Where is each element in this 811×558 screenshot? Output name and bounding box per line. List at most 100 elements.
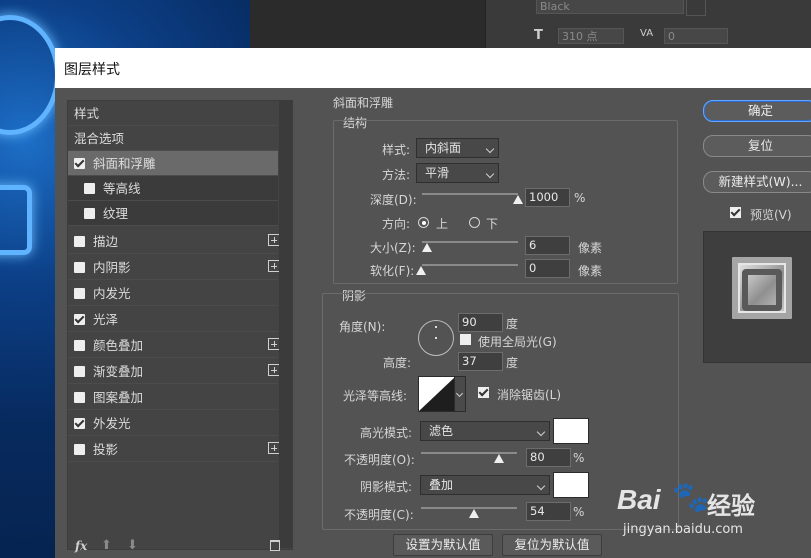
highlight-mode-label: 高光模式: xyxy=(360,426,413,440)
angle-input[interactable]: 90 xyxy=(458,313,503,332)
global-light-checkbox[interactable] xyxy=(460,334,471,345)
style-dropdown[interactable]: 内斜面 xyxy=(416,138,499,158)
list-scrollbar[interactable] xyxy=(279,100,292,548)
depth-slider[interactable] xyxy=(422,193,518,195)
stroke-checkbox[interactable] xyxy=(74,236,85,247)
highlight-opacity-input[interactable]: 80 xyxy=(526,448,571,467)
tracking-field[interactable]: 0 xyxy=(664,28,728,44)
ok-button[interactable]: 确定 xyxy=(703,100,811,122)
size-slider-thumb[interactable] xyxy=(422,243,432,252)
depth-label: 深度(D): xyxy=(370,193,417,207)
drop-shadow-checkbox[interactable] xyxy=(74,444,85,455)
gloss-contour-dropdown[interactable] xyxy=(454,376,466,412)
dialog-title: 图层样式 xyxy=(64,62,120,78)
highlight-opacity-thumb[interactable] xyxy=(494,454,504,463)
inner-glow-checkbox[interactable] xyxy=(74,288,85,299)
list-item-contour[interactable]: 等高线 xyxy=(68,176,278,201)
list-item-label: 渐变叠加 xyxy=(93,364,144,379)
outer-glow-checkbox[interactable] xyxy=(74,418,85,429)
list-item-label: 斜面和浮雕 xyxy=(93,156,156,171)
style-list: 样式 混合选项 斜面和浮雕 等高线 纹理 描边 内阴影 内发光 光泽 颜色叠加 … xyxy=(67,100,293,550)
list-item-pattern-overlay[interactable]: 图案叠加 xyxy=(68,385,278,410)
list-item-bevel-emboss[interactable]: 斜面和浮雕 xyxy=(68,151,278,176)
bevel-emboss-checkbox[interactable] xyxy=(74,158,85,169)
font-family-field[interactable]: Black xyxy=(536,0,684,14)
reset-default-button[interactable]: 复位为默认值 xyxy=(502,534,602,556)
contour-checkbox[interactable] xyxy=(84,183,95,194)
make-default-button[interactable]: 设置为默认值 xyxy=(393,534,493,556)
list-item-label: 纹理 xyxy=(103,206,129,221)
character-panel: Black T 310 点 VA 0 xyxy=(485,0,811,48)
list-item-texture[interactable]: 纹理 xyxy=(68,201,278,226)
gloss-contour-picker[interactable] xyxy=(418,376,456,412)
list-item-gradient-overlay[interactable]: 渐变叠加 xyxy=(68,359,280,384)
direction-up-radio[interactable] xyxy=(418,217,429,228)
shadow-color-swatch[interactable] xyxy=(553,472,589,498)
satin-checkbox[interactable] xyxy=(74,314,85,325)
shadow-opacity-input[interactable]: 54 xyxy=(526,502,571,521)
list-item-label: 图案叠加 xyxy=(93,390,144,405)
structure-group: 样式: 内斜面 方法: 平滑 深度(D): 1000 % 方向: 上 下 大小(… xyxy=(333,120,678,284)
move-up-icon[interactable]: ⬆ xyxy=(101,538,112,553)
angle-label: 角度(N): xyxy=(339,320,386,334)
depth-unit: % xyxy=(574,191,586,205)
depth-slider-thumb[interactable] xyxy=(513,195,523,204)
list-item-outer-glow[interactable]: 外发光 xyxy=(68,411,278,436)
angle-dial[interactable] xyxy=(418,320,454,356)
reset-button[interactable]: 复位 xyxy=(703,135,811,157)
size-slider[interactable] xyxy=(422,241,518,243)
inner-shadow-checkbox[interactable] xyxy=(74,262,85,273)
altitude-input[interactable]: 37 xyxy=(458,352,503,371)
texture-checkbox[interactable] xyxy=(84,208,95,219)
check-icon xyxy=(478,386,489,397)
list-item-blending-options[interactable]: 混合选项 xyxy=(68,126,278,151)
soften-label: 软化(F): xyxy=(370,264,415,278)
list-item-label: 光泽 xyxy=(93,312,119,327)
list-item-color-overlay[interactable]: 颜色叠加 xyxy=(68,333,280,358)
list-item-stroke[interactable]: 描边 xyxy=(68,229,280,254)
font-size-icon: T xyxy=(534,28,543,43)
pattern-overlay-checkbox[interactable] xyxy=(74,392,85,403)
list-item-drop-shadow[interactable]: 投影 xyxy=(68,437,280,462)
new-style-button[interactable]: 新建样式(W)... xyxy=(703,171,811,193)
shadow-mode-value: 叠加 xyxy=(429,478,454,492)
list-item-label: 投影 xyxy=(93,442,119,457)
list-item-label: 描边 xyxy=(93,234,119,249)
list-item-inner-glow[interactable]: 内发光 xyxy=(68,281,278,306)
font-size-field[interactable]: 310 点 xyxy=(558,28,624,44)
preview-checkbox[interactable] xyxy=(730,206,741,218)
angle-dial-marker xyxy=(435,326,437,328)
shadow-opacity-thumb[interactable] xyxy=(469,509,479,518)
technique-dropdown[interactable]: 平滑 xyxy=(416,163,499,183)
antialias-checkbox[interactable] xyxy=(478,386,489,398)
shadow-mode-dropdown[interactable]: 叠加 xyxy=(420,475,550,495)
direction-down-radio[interactable] xyxy=(469,217,480,228)
global-light-label: 使用全局光(G) xyxy=(478,335,557,349)
preview-tile xyxy=(732,257,792,319)
shadow-opacity-unit: % xyxy=(573,505,585,519)
list-item-satin[interactable]: 光泽 xyxy=(68,307,278,332)
gradient-overlay-checkbox[interactable] xyxy=(74,366,85,377)
highlight-opacity-label: 不透明度(O): xyxy=(344,453,415,467)
soften-input[interactable]: 0 xyxy=(525,259,570,278)
depth-input[interactable]: 1000 xyxy=(525,188,570,207)
list-item-label: 内发光 xyxy=(93,286,131,301)
fx-icon[interactable]: fx xyxy=(75,539,87,553)
list-item-label: 内阴影 xyxy=(93,260,131,275)
color-overlay-checkbox[interactable] xyxy=(74,340,85,351)
dialog-titlebar: 图层样式 xyxy=(55,48,811,88)
angle-dial-center xyxy=(435,337,437,339)
highlight-color-swatch[interactable] xyxy=(553,418,589,444)
move-down-icon[interactable]: ⬇ xyxy=(127,538,138,553)
trash-icon[interactable] xyxy=(270,540,280,551)
list-item-label: 外发光 xyxy=(93,416,131,431)
soften-slider-thumb[interactable] xyxy=(416,266,426,275)
antialias-label: 消除锯齿(L) xyxy=(497,388,562,402)
list-header-styles[interactable]: 样式 xyxy=(68,101,278,126)
size-input[interactable]: 6 xyxy=(525,236,570,255)
highlight-mode-dropdown[interactable]: 滤色 xyxy=(420,421,550,441)
technique-label: 方法: xyxy=(382,168,411,182)
list-item-inner-shadow[interactable]: 内阴影 xyxy=(68,255,280,280)
soften-slider[interactable] xyxy=(422,264,518,266)
font-family-dropdown[interactable] xyxy=(686,0,706,16)
